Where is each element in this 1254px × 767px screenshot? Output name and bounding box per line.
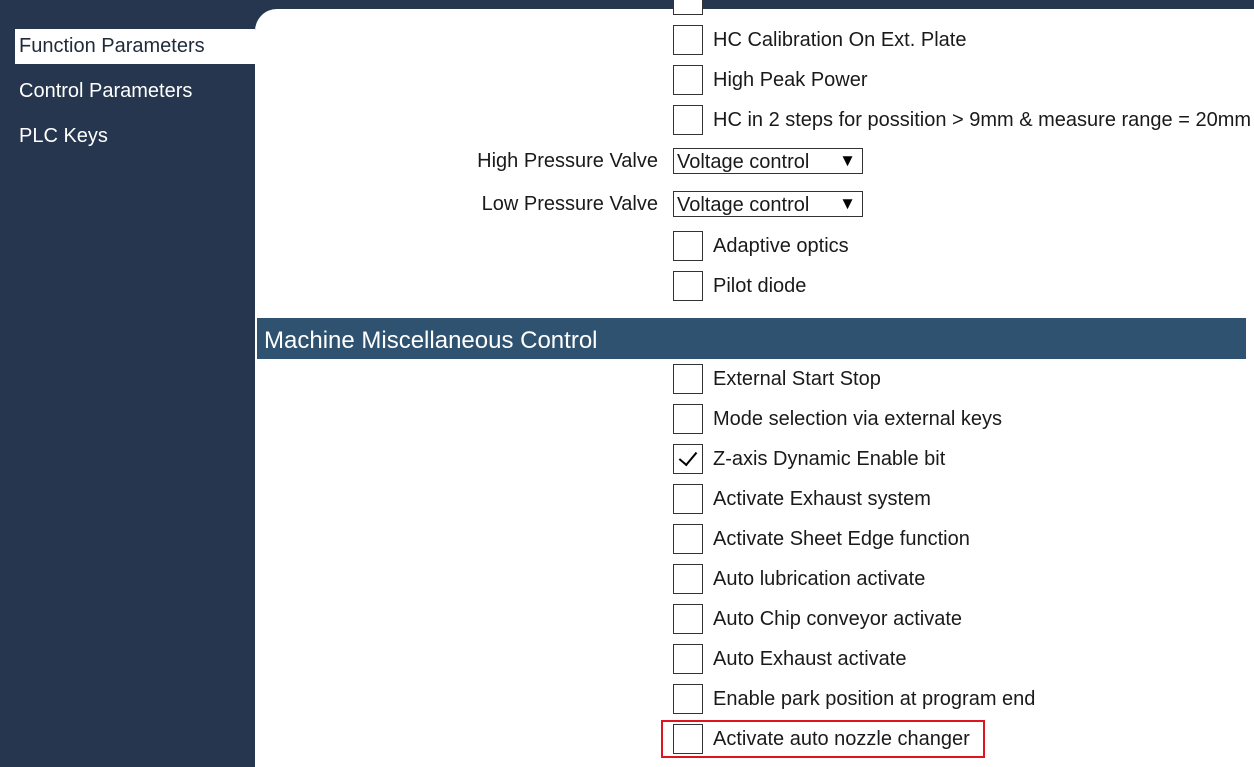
auto-nozzle-changer-checkbox[interactable]	[673, 724, 703, 754]
high-pressure-valve-select[interactable]: Voltage control ▼	[673, 148, 863, 174]
high-pressure-valve-label: High Pressure Valve	[477, 150, 658, 172]
checkbox-label: Activate Sheet Edge function	[713, 528, 970, 550]
select-value: Voltage control	[677, 151, 810, 173]
main-content: HC Calibration On Ext. Plate High Peak P…	[255, 0, 1254, 767]
checkbox-label: Mode selection via external keys	[713, 408, 1003, 430]
sidebar-item-control-parameters[interactable]: Control Parameters	[0, 74, 255, 109]
checkbox-label: Auto lubrication activate	[713, 568, 926, 590]
auto-exhaust-checkbox[interactable]	[673, 644, 703, 674]
mode-selection-checkbox[interactable]	[673, 404, 703, 434]
checkbox-label: Pilot diode	[713, 275, 807, 297]
sidebar: Function Parameters Control Parameters P…	[0, 0, 255, 767]
low-pressure-valve-label: Low Pressure Valve	[481, 193, 658, 215]
auto-chip-conveyor-checkbox[interactable]	[673, 604, 703, 634]
checkbox-label: Enable park position at program end	[713, 688, 1036, 710]
checkbox-label: Activate Exhaust system	[713, 488, 931, 510]
adaptive-optics-checkbox[interactable]	[673, 231, 703, 261]
checkbox-label: Auto Chip conveyor activate	[713, 608, 963, 630]
pilot-diode-checkbox[interactable]	[673, 271, 703, 301]
checkbox-label: HC Calibration On Ext. Plate	[713, 29, 967, 51]
checkmark-icon	[678, 446, 698, 467]
app-window: Function Parameters Control Parameters P…	[0, 0, 1254, 767]
checkbox-label: Z-axis Dynamic Enable bit	[713, 448, 946, 470]
high-peak-power-checkbox[interactable]	[673, 65, 703, 95]
hc-calibration-checkbox[interactable]	[673, 25, 703, 55]
sheet-edge-checkbox[interactable]	[673, 524, 703, 554]
external-start-stop-checkbox[interactable]	[673, 364, 703, 394]
select-value: Voltage control	[677, 194, 810, 216]
checkbox-label: External Start Stop	[713, 368, 881, 390]
checkbox-label: HC in 2 steps for possition > 9mm & meas…	[713, 109, 1252, 131]
sidebar-item-plc-keys[interactable]: PLC Keys	[0, 119, 255, 154]
park-position-checkbox[interactable]	[673, 684, 703, 714]
checkbox-label: Adaptive optics	[713, 235, 849, 257]
section-header-machine-misc-control: Machine Miscellaneous Control	[257, 318, 1246, 359]
hc-two-steps-checkbox[interactable]	[673, 105, 703, 135]
auto-lubrication-checkbox[interactable]	[673, 564, 703, 594]
low-pressure-valve-select[interactable]: Voltage control ▼	[673, 191, 863, 217]
sidebar-item-function-parameters[interactable]: Function Parameters	[15, 29, 255, 64]
chevron-down-icon: ▼	[839, 151, 856, 170]
chevron-down-icon: ▼	[839, 194, 856, 213]
checkbox-label: Auto Exhaust activate	[713, 648, 907, 670]
checkbox-label: High Peak Power	[713, 69, 868, 91]
checkbox-label: Activate auto nozzle changer	[713, 728, 970, 750]
checkbox-partially-hidden[interactable]	[673, 0, 703, 15]
z-axis-dynamic-checkbox[interactable]	[673, 444, 703, 474]
exhaust-system-checkbox[interactable]	[673, 484, 703, 514]
